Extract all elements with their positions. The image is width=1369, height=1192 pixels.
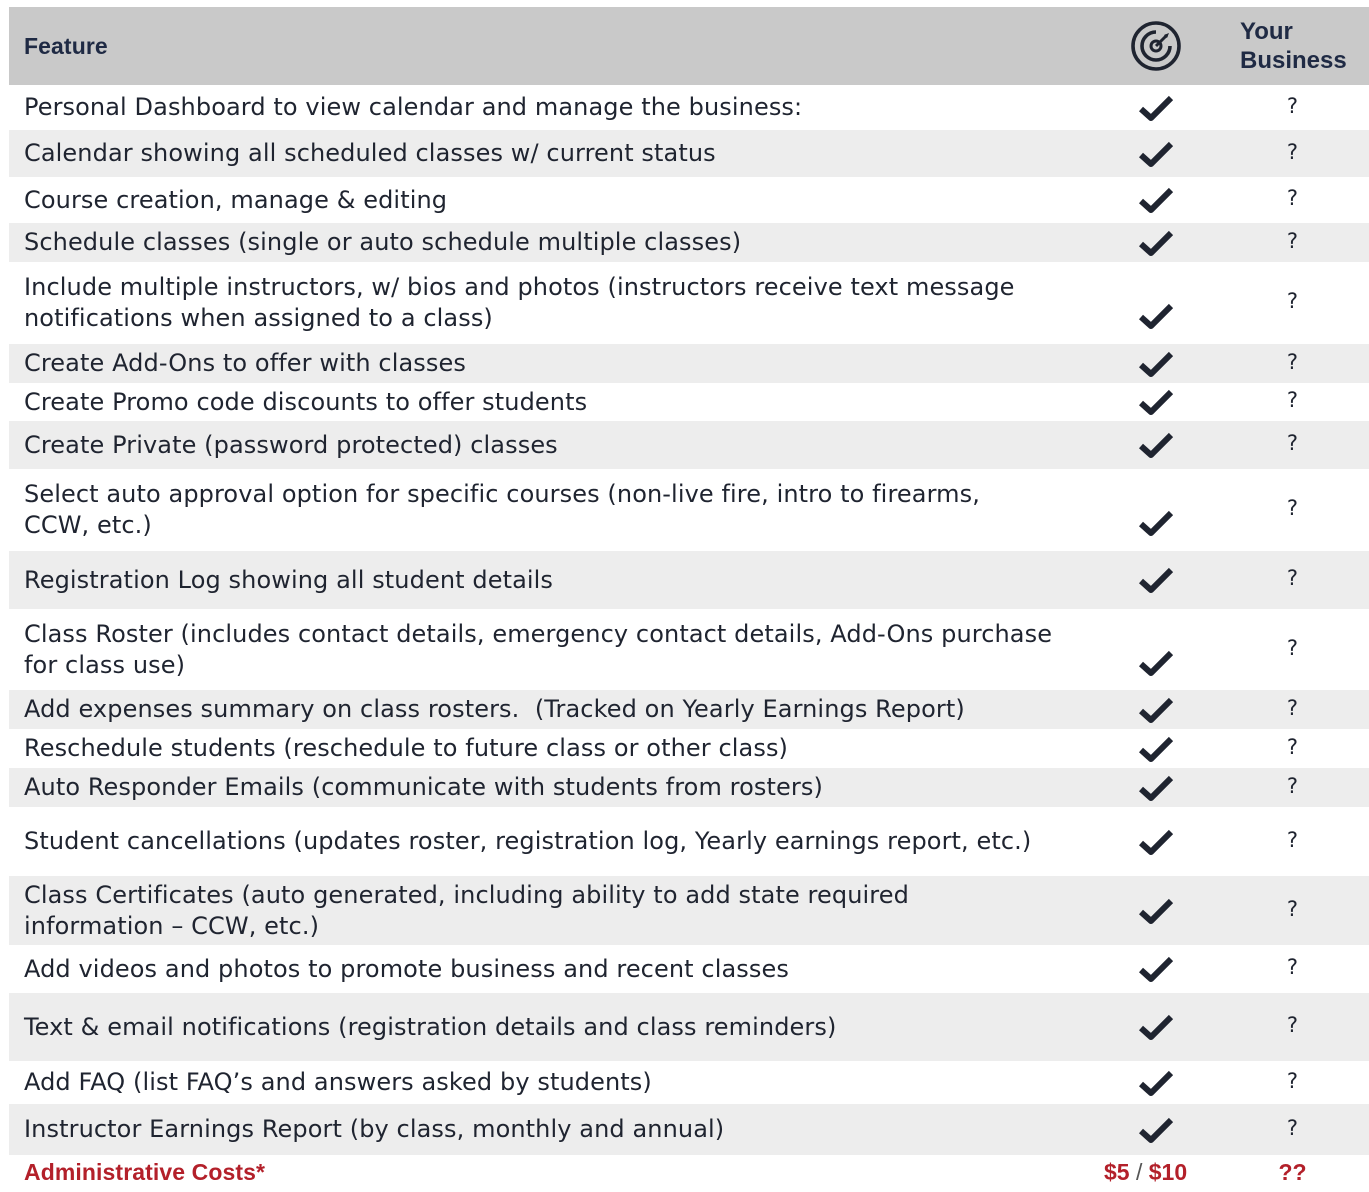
your-business-value: ? (1286, 1013, 1299, 1037)
your-business-value: ? (1286, 955, 1299, 979)
checkmark-icon (1139, 650, 1173, 676)
checkmark-icon (1139, 697, 1173, 723)
your-business-column-header: Your Business (1216, 17, 1369, 75)
table-row: Schedule classes (single or auto schedul… (9, 223, 1369, 262)
feature-cell: Registration Log showing all student det… (24, 565, 554, 594)
checkmark-icon (1139, 775, 1173, 801)
administrative-costs-row: Administrative Costs* $5 / $10 ?? (9, 1155, 1369, 1189)
checkmark-icon (1139, 898, 1173, 924)
table-header: Feature Your Business (9, 7, 1369, 85)
business-label: Business (1240, 47, 1347, 74)
checkmark-icon (1139, 736, 1173, 762)
feature-cell: Include multiple instructors, w/ bios an… (24, 273, 1015, 332)
feature-cell: Create Promo code discounts to offer stu… (24, 387, 588, 416)
feature-cell: Instructor Earnings Report (by class, mo… (24, 1115, 725, 1143)
your-business-value: ? (1286, 349, 1299, 374)
table-row: Instructor Earnings Report (by class, mo… (9, 1104, 1369, 1155)
brand-column-header (1096, 20, 1216, 72)
your-label: Your (1240, 18, 1293, 45)
your-business-value: ? (1286, 566, 1299, 590)
table-row: Course creation, manage & editing ? (9, 177, 1369, 223)
checkmark-icon (1139, 1117, 1173, 1143)
feature-cell: Add expenses summary on class rosters. (… (24, 695, 965, 723)
checkmark-icon (1139, 567, 1173, 593)
your-business-value: ? (1286, 496, 1299, 520)
your-business-value: ? (1286, 228, 1299, 253)
feature-cell: Schedule classes (single or auto schedul… (24, 228, 742, 256)
feature-cell: Student cancellations (updates roster, r… (24, 827, 1032, 855)
feature-cell: Auto Responder Emails (communicate with … (24, 773, 823, 801)
checkmark-icon (1139, 141, 1173, 167)
administrative-costs-label: Administrative Costs* (24, 1158, 266, 1185)
checkmark-icon (1139, 389, 1173, 415)
feature-cell: Create Private (password protected) clas… (24, 430, 558, 459)
table-row: Reschedule students (reschedule to futur… (9, 729, 1369, 768)
checkmark-icon (1139, 303, 1173, 329)
table-row: Add expenses summary on class rosters. (… (9, 690, 1369, 729)
table-row: Select auto approval option for specific… (9, 469, 1369, 551)
table-row: Add FAQ (list FAQ’s and answers asked by… (9, 1061, 1369, 1104)
your-business-value: ? (1286, 734, 1299, 759)
checkmark-icon (1139, 351, 1173, 377)
checkmark-icon (1139, 956, 1173, 982)
your-business-value: ? (1286, 695, 1299, 720)
your-business-value: ? (1286, 1068, 1299, 1093)
feature-cell: Class Certificates (auto generated, incl… (24, 880, 909, 940)
checkmark-icon (1139, 1014, 1173, 1040)
feature-cell: Personal Dashboard to view calendar and … (24, 93, 803, 121)
your-business-value: ? (1286, 635, 1299, 660)
your-business-value: ? (1286, 896, 1299, 921)
price-separator: / (1135, 1158, 1143, 1185)
feature-cell: Course creation, manage & editing (24, 185, 448, 214)
checkmark-icon (1139, 1070, 1173, 1096)
checkmark-icon (1139, 510, 1173, 536)
price-high: $10 (1148, 1158, 1188, 1185)
checkmark-icon (1139, 829, 1173, 855)
table-row: Class Certificates (auto generated, incl… (9, 876, 1369, 945)
feature-cell: Calendar showing all scheduled classes w… (24, 139, 716, 167)
table-row: Personal Dashboard to view calendar and … (9, 85, 1369, 130)
checkmark-icon (1139, 187, 1173, 213)
table-row: Create Private (password protected) clas… (9, 421, 1369, 469)
feature-cell: Create Add-Ons to offer with classes (24, 349, 466, 377)
brand-price: $5 / $10 (1096, 1159, 1216, 1186)
your-business-value: ? (1286, 773, 1299, 798)
price-low: $5 (1104, 1158, 1130, 1185)
table-row: Add videos and photos to promote busines… (9, 945, 1369, 993)
table-row: Calendar showing all scheduled classes w… (9, 130, 1369, 177)
feature-cell: Class Roster (includes contact details, … (24, 619, 1053, 679)
table-row: Create Add-Ons to offer with classes ? (9, 344, 1369, 383)
feature-cell: Add videos and photos to promote busines… (24, 954, 789, 983)
your-business-value: ? (1286, 93, 1299, 118)
your-business-value: ? (1286, 186, 1299, 210)
target-logo-icon (1131, 21, 1181, 71)
feature-comparison-table: Feature Your Business Personal Dashboard… (9, 7, 1369, 1189)
checkmark-icon (1139, 230, 1173, 256)
your-business-value: ? (1286, 139, 1299, 164)
table-row: Registration Log showing all student det… (9, 551, 1369, 609)
feature-cell: Reschedule students (reschedule to futur… (24, 734, 789, 762)
your-business-value: ? (1286, 1115, 1299, 1140)
table-row: Auto Responder Emails (communicate with … (9, 768, 1369, 807)
checkmark-icon (1139, 95, 1173, 121)
feature-cell: Add FAQ (list FAQ’s and answers asked by… (24, 1068, 652, 1096)
checkmark-icon (1139, 432, 1173, 458)
table-row: Text & email notifications (registration… (9, 993, 1369, 1061)
table-row: Create Promo code discounts to offer stu… (9, 383, 1369, 421)
table-row: Include multiple instructors, w/ bios an… (9, 262, 1369, 344)
feature-column-header: Feature (24, 32, 108, 59)
feature-cell: Select auto approval option for specific… (24, 480, 980, 539)
table-row: Student cancellations (updates roster, r… (9, 807, 1369, 876)
your-business-value: ? (1286, 827, 1299, 852)
your-business-cost: ?? (1278, 1158, 1307, 1185)
your-business-value: ? (1286, 289, 1299, 313)
your-business-value: ? (1286, 388, 1299, 412)
feature-cell: Text & email notifications (registration… (24, 1012, 837, 1041)
table-row: Class Roster (includes contact details, … (9, 609, 1369, 690)
your-business-value: ? (1286, 431, 1299, 455)
